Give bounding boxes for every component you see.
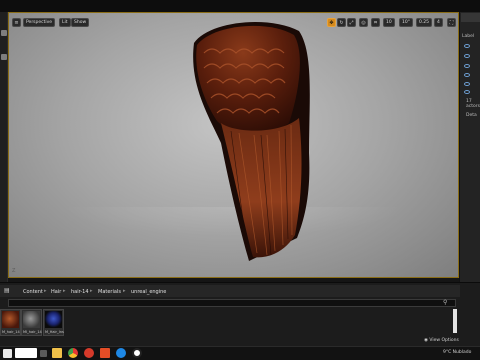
outliner-actor-count: 17 actors <box>466 99 480 109</box>
angle-snap-value[interactable]: 10° <box>399 18 413 27</box>
breadcrumb-separator-icon: ▸ <box>123 288 126 294</box>
viewport-menu-button[interactable]: ≡ <box>12 18 21 27</box>
scale-icon[interactable]: ⤢ <box>347 18 356 27</box>
hair-mesh-preview[interactable] <box>9 13 460 279</box>
material-preview-image <box>2 311 19 328</box>
material-preview-image <box>45 311 62 328</box>
visibility-eye-icon[interactable] <box>464 73 470 77</box>
file-explorer-icon[interactable] <box>52 348 62 358</box>
show-button[interactable]: Show <box>71 18 90 27</box>
translate-icon[interactable]: ✥ <box>327 18 336 27</box>
visibility-eye-icon[interactable] <box>464 54 470 58</box>
visibility-eye-icon[interactable] <box>464 64 470 68</box>
folder-icon[interactable]: ▤ <box>4 287 10 294</box>
asset-thumbnail[interactable]: M_Hair_Inst <box>43 309 64 336</box>
lit-button[interactable]: Lit <box>59 18 71 27</box>
mode-plus-button[interactable] <box>1 30 7 36</box>
content-browser-path-bar <box>0 285 460 297</box>
breadcrumb-hair-14[interactable]: hair-14 <box>71 289 89 295</box>
content-search-input[interactable] <box>8 299 456 307</box>
office-icon[interactable] <box>100 348 110 358</box>
breadcrumb-content[interactable]: Content <box>23 289 43 295</box>
rotate-icon[interactable]: ↻ <box>337 18 346 27</box>
asset-thumbnail[interactable]: M_hair_14 <box>0 309 21 336</box>
view-options-label: View Options <box>429 338 459 343</box>
surface-snap-icon[interactable]: ⌗ <box>371 18 380 27</box>
search-icon[interactable]: ⚲ <box>443 299 447 306</box>
view-options-button[interactable]: ◉ View Options <box>424 338 459 343</box>
windows-start-icon[interactable] <box>3 349 12 358</box>
world-outliner-panel: Label <box>459 12 480 282</box>
world-local-icon[interactable]: ◎ <box>359 18 368 27</box>
axis-indicator: Z <box>12 268 16 274</box>
chrome-icon[interactable] <box>68 348 78 358</box>
asset-label: M_hair_14 <box>2 330 20 334</box>
asset-label: MI_hair_14 <box>23 330 42 334</box>
weather-tray[interactable]: 9°C Nublado <box>443 350 471 355</box>
mode-panel-button[interactable] <box>1 54 7 60</box>
edge-icon[interactable] <box>116 348 126 358</box>
breadcrumb-separator-icon: ▸ <box>63 288 66 294</box>
outliner-tab[interactable] <box>461 13 480 22</box>
opera-icon[interactable] <box>84 348 94 358</box>
level-viewport[interactable]: ≡ Perspective Lit Show ✥ ↻ ⤢ ◎ ⌗ 10 10° … <box>8 12 459 278</box>
perspective-button[interactable]: Perspective <box>23 18 56 27</box>
details-tab[interactable]: Deta <box>466 113 477 118</box>
visibility-eye-icon[interactable] <box>464 82 470 86</box>
taskbar-search-box[interactable] <box>15 348 37 358</box>
camera-speed-value[interactable]: 4 <box>434 18 443 27</box>
material-preview-image <box>23 311 40 328</box>
visibility-eye-icon[interactable] <box>464 90 470 94</box>
asset-label: M_Hair_Inst <box>45 330 64 334</box>
breadcrumb-hair[interactable]: Hair <box>51 289 61 295</box>
outliner-label-header: Label <box>462 34 475 39</box>
content-browser-scrollbar[interactable] <box>453 309 457 333</box>
asset-thumbnail[interactable]: MI_hair_14 <box>21 309 42 336</box>
breadcrumb-unreal-engine[interactable]: unreal_engine <box>131 289 166 295</box>
visibility-eye-icon[interactable] <box>464 44 470 48</box>
editor-top-strip <box>0 0 480 12</box>
breadcrumb-separator-icon: ▸ <box>44 288 47 294</box>
unreal-engine-icon[interactable] <box>132 348 142 358</box>
left-toolbar-gutter <box>0 12 8 282</box>
scale-snap-value[interactable]: 0.25 <box>416 18 433 27</box>
breadcrumb-materials[interactable]: Materials <box>98 289 121 295</box>
breadcrumb-separator-icon: ▸ <box>90 288 93 294</box>
task-view-icon[interactable] <box>40 350 47 357</box>
maximize-viewport-icon[interactable]: ⛶ <box>447 18 456 27</box>
grid-snap-value[interactable]: 10 <box>383 18 395 27</box>
